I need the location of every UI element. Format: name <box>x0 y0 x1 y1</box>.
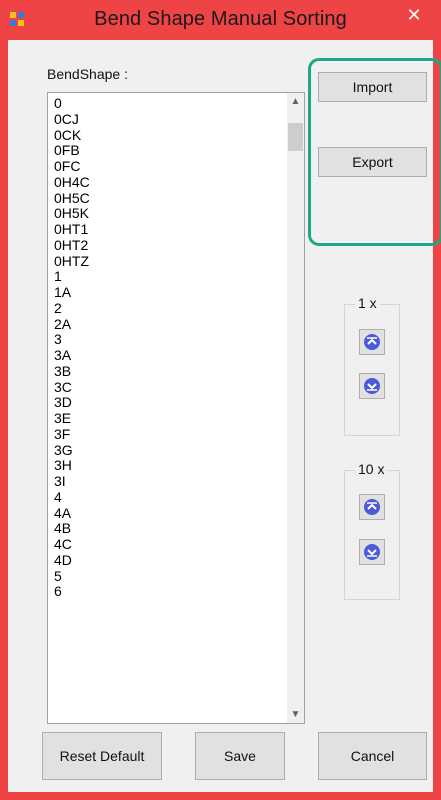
list-item[interactable]: 3H <box>54 457 90 474</box>
list-item[interactable]: 2A <box>54 316 90 333</box>
list-item[interactable]: 1A <box>54 284 90 301</box>
scroll-thumb[interactable] <box>288 123 303 151</box>
list-item[interactable]: 0HTZ <box>54 253 90 270</box>
list-item[interactable]: 4D <box>54 552 90 569</box>
reset-default-button[interactable]: Reset Default <box>42 732 162 780</box>
list-item[interactable]: 4B <box>54 520 90 537</box>
title-bar[interactable]: Bend Shape Manual Sorting ✕ <box>0 0 441 40</box>
list-item[interactable]: 1 <box>54 268 90 285</box>
move-down-1x-button[interactable] <box>359 373 385 399</box>
list-item[interactable]: 3C <box>54 379 90 396</box>
step-10x-group: 10 x <box>344 461 400 600</box>
window-title: Bend Shape Manual Sorting <box>94 8 347 30</box>
list-item[interactable]: 3B <box>54 363 90 380</box>
move-up-1x-button[interactable] <box>359 329 385 355</box>
scroll-down-icon[interactable]: ▼ <box>287 706 304 723</box>
list-item[interactable]: 6 <box>54 583 90 600</box>
scroll-up-icon[interactable]: ▲ <box>287 93 304 110</box>
list-item[interactable]: 0HT1 <box>54 221 90 238</box>
export-button[interactable]: Export <box>318 147 427 177</box>
bendshape-list: 0 0CJ 0CK 0FB 0FC 0H4C 0H5C 0H5K 0HT1 0HT2 0HTZ 1 1A… <box>54 95 90 600</box>
list-item[interactable]: 0H5K <box>54 205 90 222</box>
list-item[interactable]: 3E <box>54 410 90 427</box>
list-item[interactable]: 0CK <box>54 127 90 144</box>
move-down-icon <box>364 378 380 394</box>
list-item[interactable]: 3 <box>54 331 90 348</box>
list-item[interactable]: 4C <box>54 536 90 553</box>
import-button[interactable]: Import <box>318 72 427 102</box>
list-item[interactable]: 0FB <box>54 142 90 159</box>
list-item[interactable]: 3G <box>54 442 90 459</box>
move-down-10x-button[interactable] <box>359 539 385 565</box>
list-item[interactable]: 0 <box>54 95 90 112</box>
move-up-10x-button[interactable] <box>359 494 385 520</box>
list-item[interactable]: 0CJ <box>54 111 90 128</box>
step-1x-group: 1 x <box>344 295 400 436</box>
move-up-icon <box>364 334 380 350</box>
list-item[interactable]: 0FC <box>54 158 90 175</box>
list-item[interactable]: 4A <box>54 505 90 522</box>
move-down-icon <box>364 544 380 560</box>
list-item[interactable]: 2 <box>54 300 90 317</box>
list-item[interactable]: 0HT2 <box>54 237 90 254</box>
dialog-client-area: BendShape : 0 0CJ 0CK 0FB 0FC 0H4C 0H5C 0H5K 0HT… <box>8 40 441 792</box>
list-item[interactable]: 5 <box>54 568 90 585</box>
vertical-scrollbar[interactable]: ▲ ▼ <box>287 93 304 723</box>
list-item[interactable]: 3D <box>54 394 90 411</box>
list-item[interactable]: 3F <box>54 426 90 443</box>
step-10x-label: 10 x <box>355 461 388 477</box>
list-item[interactable]: 3A <box>54 347 90 364</box>
list-item[interactable]: 0H5C <box>54 190 90 207</box>
bendshape-listbox[interactable]: 0 0CJ 0CK 0FB 0FC 0H4C 0H5C 0H5K 0HT1 0HT2 0HTZ 1 1A… <box>47 92 305 724</box>
save-button[interactable]: Save <box>195 732 285 780</box>
list-item[interactable]: 3I <box>54 473 90 490</box>
cancel-button[interactable]: Cancel <box>318 732 427 780</box>
step-1x-label: 1 x <box>355 295 380 311</box>
list-item[interactable]: 0H4C <box>54 174 90 191</box>
list-item[interactable]: 4 <box>54 489 90 506</box>
close-button[interactable]: ✕ <box>397 2 431 28</box>
move-up-icon <box>364 499 380 515</box>
bendshape-label: BendShape : <box>47 66 128 82</box>
dialog-window: Bend Shape Manual Sorting ✕ BendShape : … <box>0 0 441 800</box>
